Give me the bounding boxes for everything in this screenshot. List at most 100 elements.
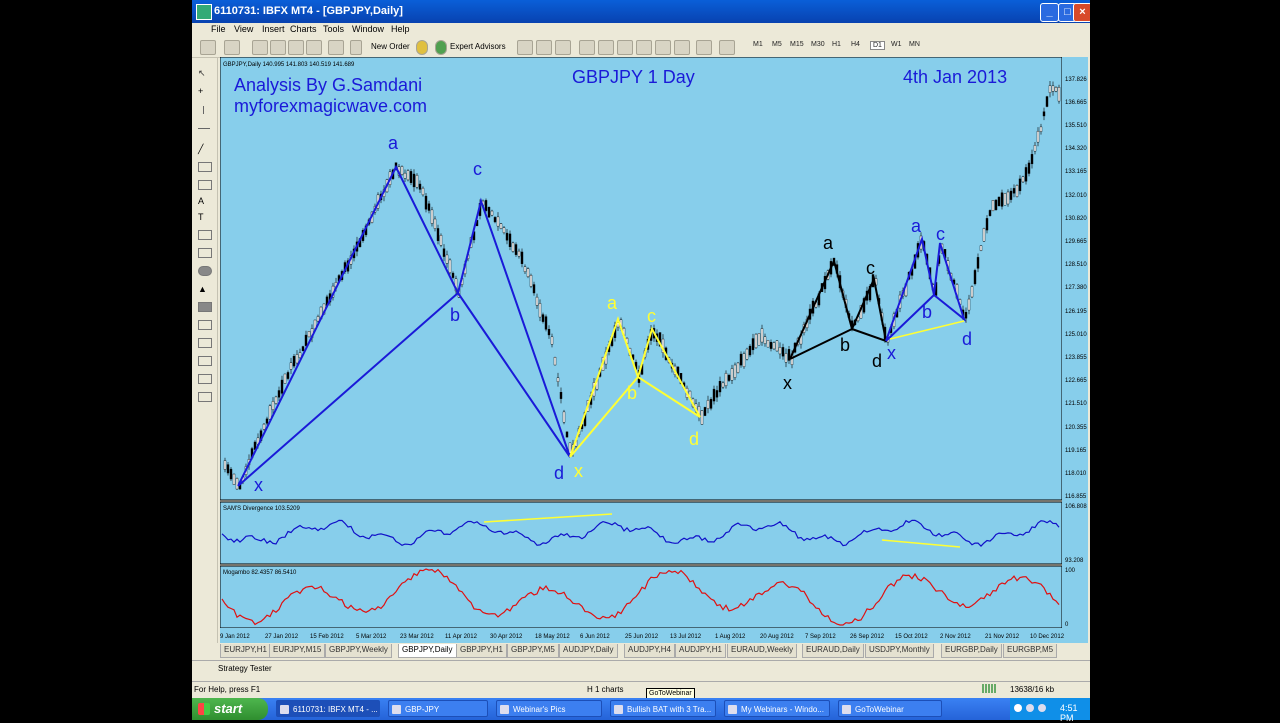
channel-icon[interactable]	[198, 162, 212, 172]
profiles-icon[interactable]	[224, 40, 240, 55]
window-title: 6110731: IBFX MT4 - [GBPJPY,Daily]	[214, 5, 403, 17]
date-label: 26 Sep 2012	[850, 634, 885, 640]
candle-body	[973, 270, 977, 285]
date-label: 6 Jun 2012	[580, 634, 610, 640]
ellipse-icon[interactable]	[198, 266, 212, 276]
date-label: 9 Jan 2012	[220, 634, 250, 640]
task-my-webinars[interactable]: My Webinars - Windo...	[724, 700, 830, 717]
tester-icon[interactable]	[328, 40, 344, 55]
task-bullish-bat[interactable]: Bullish BAT with 3 Tra...	[610, 700, 716, 717]
andrews-pitchfork-icon[interactable]	[198, 248, 212, 258]
menu-file[interactable]: File	[211, 24, 226, 34]
chart-shift-icon[interactable]	[655, 40, 671, 55]
terminal-icon[interactable]	[306, 40, 322, 55]
menu-charts[interactable]: Charts	[290, 24, 317, 34]
bar-chart-icon[interactable]	[517, 40, 533, 55]
data-window-icon[interactable]	[270, 40, 286, 55]
menu-view[interactable]: View	[234, 24, 253, 34]
menu-tools[interactable]: Tools	[323, 24, 344, 34]
tf-m5[interactable]: M5	[772, 41, 782, 48]
candlestick-icon[interactable]	[536, 40, 552, 55]
alert-icon[interactable]	[416, 40, 428, 55]
trendline-icon[interactable]: ╱	[198, 144, 210, 154]
indicators-icon[interactable]	[674, 40, 690, 55]
candle-body	[997, 196, 1001, 207]
start-button[interactable]: start	[192, 698, 268, 720]
chart-area[interactable]: x a b c d x a b c d x a b c d x a b c d …	[220, 57, 1088, 657]
periods-icon[interactable]	[696, 40, 712, 55]
fibonacci-icon[interactable]	[198, 180, 212, 190]
yellow-label-d: d	[689, 429, 699, 449]
strategy-tester-bar[interactable]: Strategy Tester	[192, 660, 1090, 677]
tf-m30[interactable]: M30	[811, 41, 825, 48]
network-icon[interactable]	[1014, 704, 1022, 712]
market-watch-icon[interactable]	[252, 40, 268, 55]
arrow-icon[interactable]	[198, 392, 212, 402]
menu-insert[interactable]: Insert	[262, 24, 285, 34]
menu-help[interactable]: Help	[391, 24, 410, 34]
tf-mn[interactable]: MN	[909, 41, 920, 48]
volume-icon[interactable]	[1038, 704, 1046, 712]
new-order-button[interactable]: New Order	[371, 42, 410, 51]
mogambo-pane[interactable]	[220, 565, 1063, 629]
minimize-button[interactable]: _	[1040, 3, 1059, 22]
text-label-icon[interactable]: T	[198, 212, 210, 222]
price-label: 119.165	[1065, 448, 1087, 454]
fibo-time-icon[interactable]	[198, 356, 212, 366]
candle-body	[292, 356, 296, 367]
line-chart-icon[interactable]	[555, 40, 571, 55]
candle-body	[1003, 193, 1007, 206]
title-bar[interactable]: 6110731: IBFX MT4 - [GBPJPY,Daily] _ □ ×	[192, 0, 1090, 23]
cursor-icon[interactable]: ↖	[198, 68, 210, 78]
clock: 4:51 PM	[1060, 703, 1078, 723]
new-chart-icon[interactable]	[200, 40, 216, 55]
vertical-line-icon[interactable]	[203, 106, 205, 114]
price-label: 118.010	[1065, 471, 1087, 477]
fibo-fan-icon[interactable]	[198, 320, 212, 330]
gann-icon[interactable]	[198, 230, 212, 240]
new-order-icon[interactable]	[350, 40, 362, 55]
candle-body	[547, 329, 551, 336]
candle-body	[781, 347, 785, 357]
tile-icon[interactable]	[617, 40, 633, 55]
date-label: 30 Apr 2012	[490, 634, 523, 640]
text-icon[interactable]: A	[198, 196, 210, 206]
navigator-icon[interactable]	[288, 40, 304, 55]
menu-window[interactable]: Window	[352, 24, 384, 34]
tf-d1[interactable]: D1	[870, 41, 885, 50]
fibo-arcs-icon[interactable]	[198, 338, 212, 348]
tf-h1[interactable]: H1	[832, 41, 841, 48]
tf-h4[interactable]: H4	[851, 41, 860, 48]
task-gbp-jpy[interactable]: GBP-JPY	[388, 700, 488, 717]
fibo-expansion-icon[interactable]	[198, 374, 212, 384]
templates-icon[interactable]	[719, 40, 735, 55]
sams-scale-bottom: 93.208	[1065, 558, 1084, 564]
toolbar: New Order Expert Advisors M1 M5 M15 M30 …	[192, 37, 1090, 58]
task-mt4[interactable]: 6110731: IBFX MT4 - ...	[276, 700, 380, 717]
candle-body	[784, 353, 788, 363]
horizontal-line-icon[interactable]	[198, 128, 210, 130]
zoom-out-icon[interactable]	[598, 40, 614, 55]
expert-advisors-button[interactable]: Expert Advisors	[450, 42, 506, 51]
rectangle-icon[interactable]	[198, 302, 212, 312]
task-webinar-pics[interactable]: Webinar's Pics	[496, 700, 602, 717]
tf-m1[interactable]: M1	[753, 41, 763, 48]
task-gotowebinar[interactable]: GoToWebinar	[838, 700, 942, 717]
candle-body	[700, 410, 704, 425]
tf-m15[interactable]: M15	[790, 41, 804, 48]
sams-divergence-pane[interactable]	[220, 501, 1063, 565]
candle-body	[544, 316, 548, 330]
triangle-icon[interactable]: ▲	[198, 284, 210, 294]
candle-body	[550, 336, 554, 345]
candle-body	[1051, 85, 1055, 92]
expert-advisors-icon[interactable]	[435, 40, 447, 55]
start-label: start	[214, 701, 243, 716]
candle-body	[985, 218, 989, 231]
tf-w1[interactable]: W1	[891, 41, 902, 48]
crosshair-icon[interactable]: +	[198, 86, 210, 96]
close-button[interactable]: ×	[1073, 3, 1090, 22]
tray-icon[interactable]	[1026, 704, 1034, 712]
zoom-in-icon[interactable]	[579, 40, 595, 55]
candle-body	[529, 275, 533, 287]
autoscroll-icon[interactable]	[636, 40, 652, 55]
